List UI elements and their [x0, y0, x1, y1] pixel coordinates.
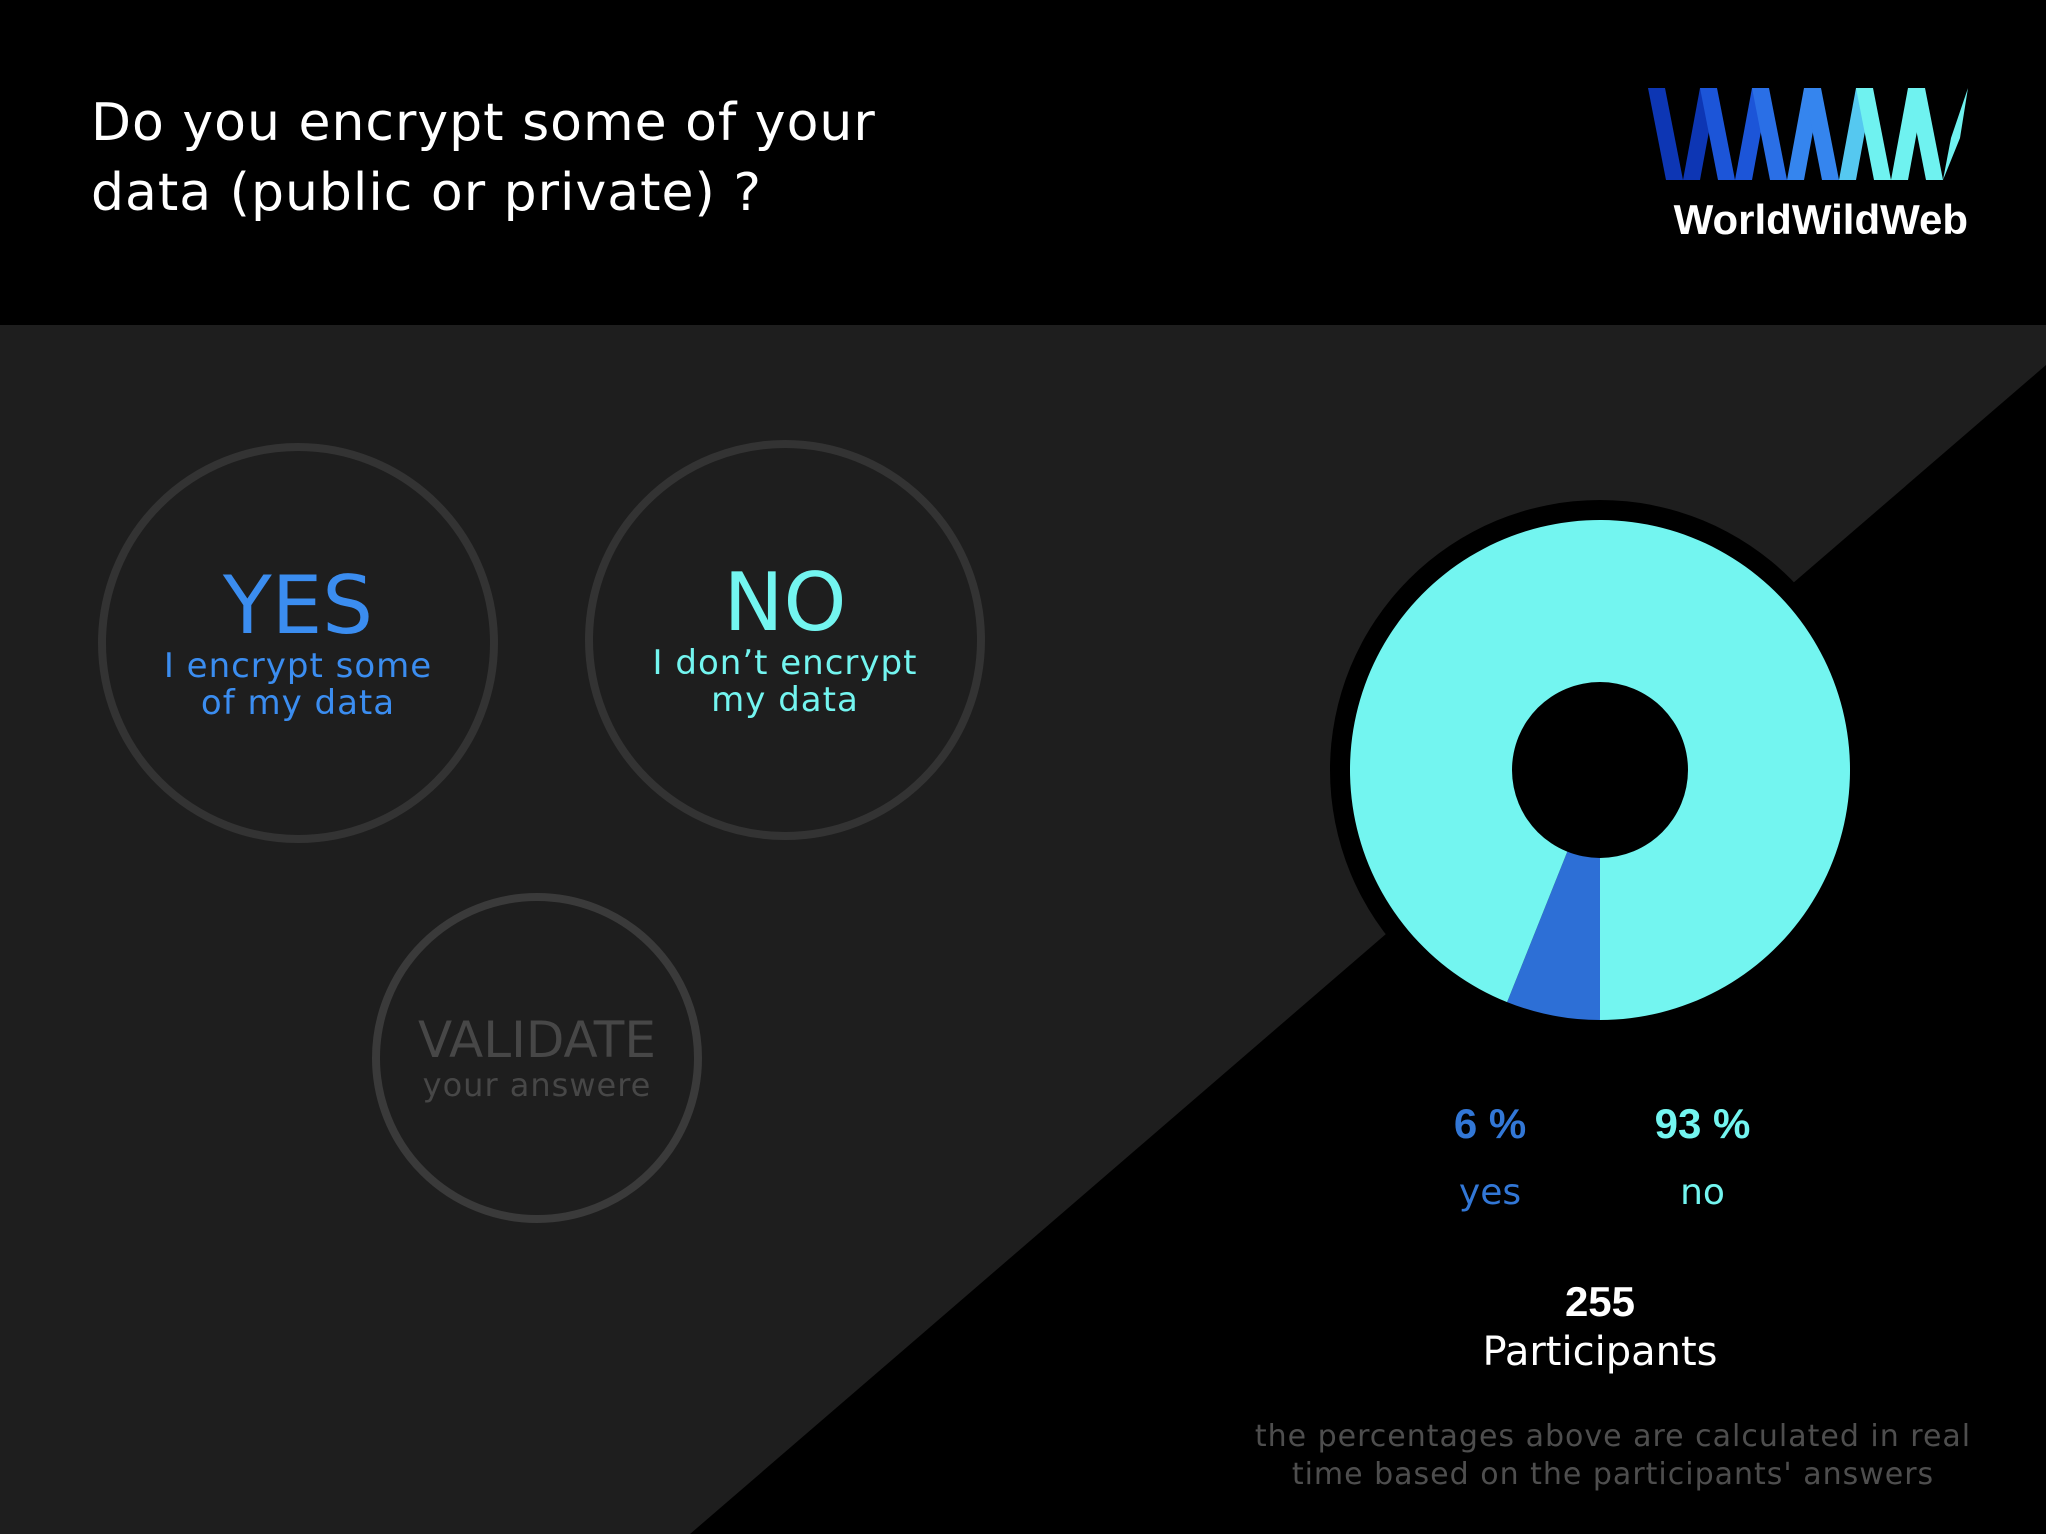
results-donut-chart — [1330, 500, 1870, 1040]
participants-label: Participants — [1482, 1329, 1718, 1375]
yes-result: 6 % yes — [1410, 1100, 1570, 1213]
validate-title: VALIDATE — [418, 1011, 656, 1069]
note-line-2: time based on the participants' answers — [1291, 1457, 1935, 1492]
logo-name: WorldWildWeb — [1673, 196, 1968, 243]
note-line-1: the percentages above are calculated in … — [1254, 1419, 1972, 1454]
yes-description-line-2: of my data — [200, 683, 396, 723]
yes-description-line-1: I encrypt some — [163, 646, 433, 686]
question-line-1: Do you encrypt some of your — [91, 93, 876, 153]
no-description-line-2: my data — [711, 680, 859, 720]
yes-title: YES — [222, 559, 374, 652]
no-result: 93 % no — [1620, 1100, 1785, 1213]
no-title: NO — [723, 556, 847, 649]
no-description-line-1: I don’t encrypt — [652, 643, 918, 683]
validate-subtitle: your answere — [422, 1066, 652, 1104]
logo: WorldWildWeb — [1648, 88, 1968, 248]
logo-w1 — [1648, 88, 1683, 180]
www-logo-icon — [1648, 88, 1968, 180]
yes-result-label: yes — [1458, 1172, 1522, 1213]
yes-option-button[interactable]: YES I encrypt some of my data — [98, 443, 498, 843]
participants-number: 255 — [1564, 1278, 1636, 1325]
question-title: Do you encrypt some of your data (public… — [91, 88, 991, 228]
question-line-2: data (public or private) ? — [91, 163, 762, 223]
validate-button[interactable]: VALIDATE your answere — [372, 893, 702, 1223]
participants-count: 255 Participants — [1400, 1277, 1800, 1377]
no-percentage: 93 % — [1654, 1100, 1751, 1147]
donut-hole — [1512, 682, 1688, 858]
calculation-note: the percentages above are calculated in … — [1228, 1418, 1998, 1494]
header: Do you encrypt some of your data (public… — [0, 0, 2046, 325]
no-result-label: no — [1680, 1172, 1725, 1213]
no-option-button[interactable]: NO I don’t encrypt my data — [585, 440, 985, 840]
yes-percentage: 6 % — [1453, 1100, 1527, 1147]
logo-w12 — [1943, 88, 1968, 180]
